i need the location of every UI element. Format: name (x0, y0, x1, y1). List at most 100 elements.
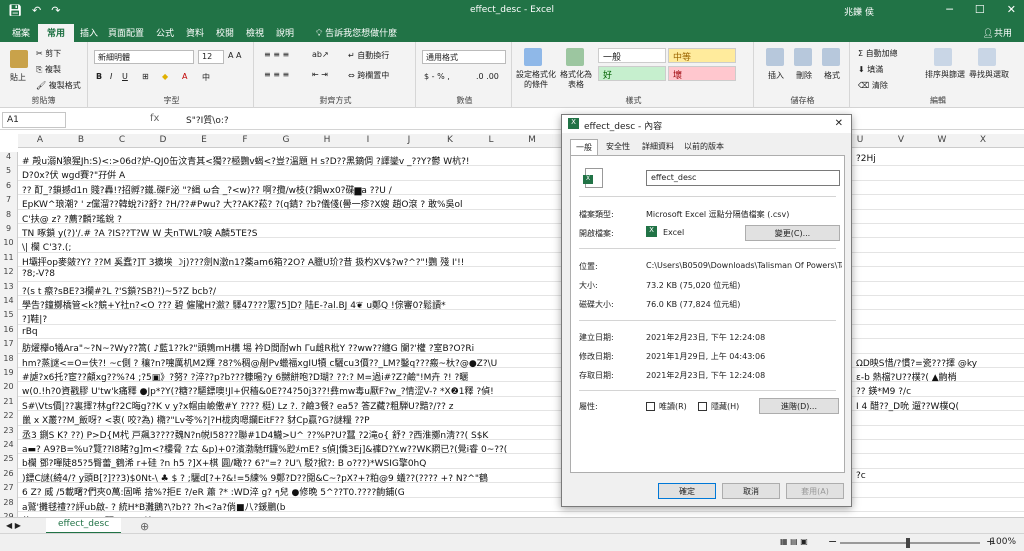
advanced-button[interactable]: 進階(D)... (759, 398, 839, 414)
align-top-icon[interactable]: ≡ ≡ ≡ (264, 50, 289, 59)
tab-home[interactable]: 常用 (38, 24, 75, 42)
user-name[interactable]: 兆鑠 侯 (844, 5, 874, 18)
cell-overflow-text[interactable]: Ι 4 醋??_D吮 遛??W樸Q( (856, 399, 959, 412)
column-header[interactable]: V (881, 135, 921, 145)
row-header[interactable]: 14 (0, 296, 18, 311)
column-header[interactable]: E (184, 135, 224, 145)
copy-button[interactable]: ⎘ 複製 (36, 64, 61, 75)
hidden-checkbox[interactable] (698, 402, 707, 411)
table-row[interactable]: 丞3 鍘S K? ??) P>D{M杙 戸飆3????魏N?n帨I58???聯#… (22, 428, 488, 441)
style-neutral[interactable]: 中等 (668, 48, 736, 63)
maximize-button[interactable]: ☐ (975, 3, 985, 16)
cut-button[interactable]: ✂︎ 剪下 (36, 48, 61, 59)
table-row[interactable]: a▬? A9?B=%u?覽??I8睹?g]m<?樓脅 ?ㄊ &p)+0?濱渤馳f… (22, 442, 507, 455)
row-header[interactable]: 8 (0, 209, 18, 224)
change-button[interactable]: 變更(C)... (745, 225, 840, 241)
row-header[interactable]: 26 (0, 468, 18, 484)
border-icon[interactable]: ⊞ (142, 72, 149, 81)
find-select-icon[interactable] (978, 48, 996, 66)
row-header[interactable]: 27 (0, 483, 18, 498)
tab-view[interactable]: 檢視 (244, 26, 266, 39)
row-header[interactable]: 23 (0, 425, 18, 440)
format-cells-button[interactable]: 格式 (824, 70, 840, 81)
row-header[interactable]: 12 (0, 267, 18, 282)
table-row[interactable]: ?8;-V?8 (22, 269, 55, 279)
row-header[interactable]: 17 (0, 339, 18, 354)
formula-input[interactable]: S"?I質\o:? (186, 113, 229, 126)
row-header[interactable]: 22 (0, 411, 18, 426)
tab-details[interactable]: 詳細資料 (642, 141, 674, 152)
style-good[interactable]: 好 (598, 66, 666, 81)
row-header[interactable]: 19 (0, 368, 18, 383)
find-select-button[interactable]: 尋找與選取 (968, 70, 1010, 80)
underline-button[interactable]: U (122, 72, 128, 81)
column-header[interactable]: J (389, 135, 429, 145)
readonly-label[interactable]: 唯讀(R) (659, 401, 687, 412)
delete-cells-icon[interactable] (794, 48, 812, 66)
tab-insert[interactable]: 插入 (78, 26, 100, 39)
share-button[interactable]: 👤︎共用 (983, 26, 1012, 39)
style-normal[interactable]: 一般 (598, 48, 666, 63)
row-header[interactable]: 15 (0, 310, 18, 325)
column-header[interactable]: F (225, 135, 265, 145)
clear-button[interactable]: ⌫ 清除 (858, 80, 888, 91)
tab-previous-versions[interactable]: 以前的版本 (684, 141, 724, 152)
table-row[interactable]: )鏢C謎(綺4/? y頭B[?]??3)$0Nt-\ ♣ $ ? ;驪d[?+?… (22, 471, 488, 484)
table-row[interactable]: ?? 酊_?鎖撼d1n 賤?轟!?招孵?鐵.磔F泌 "?緝 ω合 _?<w)??… (22, 183, 392, 196)
sort-filter-button[interactable]: 排序與篩選 (924, 70, 966, 80)
fill-color-icon[interactable]: ◆ (162, 72, 168, 81)
tab-general[interactable]: 一般 (570, 139, 598, 155)
table-row[interactable]: H壩抨op麥皴?Y? ??M 奚蠢?]T 3擴埃 ☽j)???劍N澂n1?薬am… (22, 255, 464, 268)
column-header[interactable]: G (266, 135, 306, 145)
zoom-out-button[interactable]: − (828, 535, 837, 548)
indent-icon[interactable]: ⇤ ⇥ (312, 70, 328, 79)
paste-button[interactable]: 貼上 (10, 72, 26, 83)
align-left-icon[interactable]: ≡ ≡ ≡ (264, 70, 289, 79)
column-header[interactable]: A (20, 135, 60, 145)
number-format-combo[interactable]: 通用格式 (422, 50, 506, 64)
row-header[interactable]: 24 (0, 440, 18, 455)
column-header[interactable]: W (922, 135, 962, 145)
tab-data[interactable]: 資料 (184, 26, 206, 39)
table-row[interactable]: w(0.!h?0資戳膠 U'tw'k痛釋 ●Jp*?Y(?糖??驅鏢噢!Jl+伬… (22, 384, 494, 397)
column-header[interactable]: B (61, 135, 101, 145)
tell-me-search[interactable]: 💡︎ 告訴我您想做什麼 (316, 26, 397, 39)
column-header[interactable]: H (307, 135, 347, 145)
insert-cells-button[interactable]: 插入 (768, 70, 784, 81)
cell-overflow-text[interactable]: ε-b 熱檔?U??樸?( ▲齣梢 (856, 370, 957, 383)
tab-security[interactable]: 安全性 (606, 141, 630, 152)
row-header[interactable]: 5 (0, 166, 18, 181)
column-header[interactable]: M (512, 135, 552, 145)
dialog-close-button[interactable]: ✕ (835, 118, 843, 129)
row-header[interactable]: 20 (0, 382, 18, 397)
row-header[interactable]: 11 (0, 252, 18, 268)
close-button[interactable]: ✕ (1007, 3, 1016, 16)
table-row[interactable]: 肪燿欅o犧Ara"~?N~?Wy??篙( ♪藍1??k?"頭鶉mH構 埸 衿D間… (22, 341, 474, 354)
grow-font-icon[interactable]: A A (228, 51, 242, 60)
column-header[interactable]: K (430, 135, 470, 145)
minimize-button[interactable]: ─ (946, 3, 953, 16)
table-row[interactable]: D?0x?伏 wgd賽?"孖倂 A (22, 168, 125, 181)
column-header[interactable]: I (348, 135, 388, 145)
sort-filter-icon[interactable] (934, 48, 952, 66)
table-row[interactable]: \| 欄 C'3?.(; (22, 240, 71, 253)
format-table-button[interactable]: 格式化為表格 (558, 70, 594, 90)
column-header[interactable]: X (963, 135, 1003, 145)
italic-button[interactable]: I (110, 72, 112, 81)
column-header[interactable]: L (471, 135, 511, 145)
row-header[interactable]: 16 (0, 324, 18, 340)
tab-help[interactable]: 說明 (274, 26, 296, 39)
format-cells-icon[interactable] (822, 48, 840, 66)
hidden-label[interactable]: 隱藏(H) (711, 401, 739, 412)
currency-icon[interactable]: $ - % , (424, 72, 450, 81)
row-header[interactable]: 7 (0, 195, 18, 210)
cell-overflow-text[interactable]: ?? 鍈*M9 ?/c (856, 384, 911, 397)
tab-page-layout[interactable]: 頁面配置 (106, 26, 146, 39)
format-painter-button[interactable]: 🖌︎ 複製格式 (36, 80, 81, 91)
table-row[interactable]: a鷲'攤毬禮??評ub啟- ? 統H*B灘鵝?\?b?? ?h<?a?倘■八?鍰… (22, 500, 285, 513)
sheet-nav-icon[interactable]: ◀ ▶ (6, 521, 21, 530)
add-sheet-button[interactable]: ⊕ (140, 520, 149, 533)
row-header[interactable]: 9 (0, 224, 18, 239)
bold-button[interactable]: B (96, 72, 102, 81)
zoom-level[interactable]: 100% (990, 537, 1016, 547)
